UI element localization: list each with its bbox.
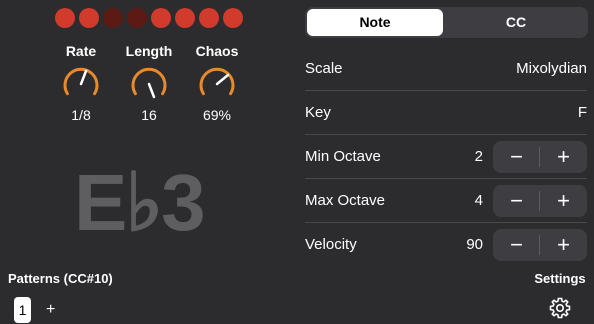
velocity-decrement-button[interactable]: −: [493, 229, 540, 261]
max-octave-increment-button[interactable]: +: [540, 185, 587, 217]
step-led-7[interactable]: [199, 8, 219, 28]
step-led-1[interactable]: [55, 8, 75, 28]
key-row[interactable]: Key F: [305, 91, 587, 135]
min-octave-row: Min Octave 2 − +: [305, 135, 587, 179]
scale-value[interactable]: Mixolydian: [516, 47, 587, 91]
velocity-value: 90: [466, 236, 483, 253]
chaos-knob-label: Chaos: [195, 43, 239, 59]
max-octave-stepper: − +: [493, 185, 587, 217]
max-octave-decrement-button[interactable]: −: [493, 185, 540, 217]
min-octave-label: Min Octave: [305, 148, 381, 165]
chaos-knob[interactable]: [195, 62, 239, 106]
max-octave-value: 4: [474, 192, 483, 209]
pattern-1-button[interactable]: 1: [14, 297, 31, 323]
min-octave-stepper: − +: [493, 141, 587, 173]
step-led-5[interactable]: [151, 8, 171, 28]
min-octave-value: 2: [474, 148, 483, 165]
gear-icon[interactable]: [548, 296, 572, 320]
length-knob-value: 16: [141, 107, 157, 123]
min-octave-decrement-button[interactable]: −: [493, 141, 540, 173]
step-led-6[interactable]: [175, 8, 195, 28]
scale-label: Scale: [305, 60, 343, 77]
mode-segmented-control: Note CC: [305, 7, 588, 38]
velocity-label: Velocity: [305, 236, 357, 253]
scale-row[interactable]: Scale Mixolydian: [305, 47, 587, 91]
velocity-row: Velocity 90 − +: [305, 223, 587, 267]
step-led-4[interactable]: [127, 8, 147, 28]
rate-knob[interactable]: [59, 62, 103, 106]
tab-note[interactable]: Note: [307, 9, 443, 36]
max-octave-row: Max Octave 4 − +: [305, 179, 587, 223]
rate-knob-value: 1/8: [71, 107, 91, 123]
step-led-3[interactable]: [103, 8, 123, 28]
step-led-2[interactable]: [79, 8, 99, 28]
patterns-label: Patterns (CC#10): [8, 271, 113, 286]
velocity-stepper: − +: [493, 229, 587, 261]
key-label: Key: [305, 104, 331, 121]
rate-knob-label: Rate: [65, 43, 97, 59]
length-knob[interactable]: [127, 62, 171, 106]
current-note-display: E♭3: [74, 158, 206, 247]
length-knob-label: Length: [125, 43, 173, 59]
tab-cc[interactable]: CC: [448, 9, 584, 36]
max-octave-label: Max Octave: [305, 192, 386, 209]
min-octave-increment-button[interactable]: +: [540, 141, 587, 173]
key-value[interactable]: F: [578, 91, 587, 135]
velocity-increment-button[interactable]: +: [540, 229, 587, 261]
settings-label[interactable]: Settings: [528, 271, 592, 286]
step-led-8[interactable]: [223, 8, 243, 28]
chaos-knob-value: 69%: [202, 107, 232, 123]
add-pattern-button[interactable]: +: [46, 300, 55, 320]
